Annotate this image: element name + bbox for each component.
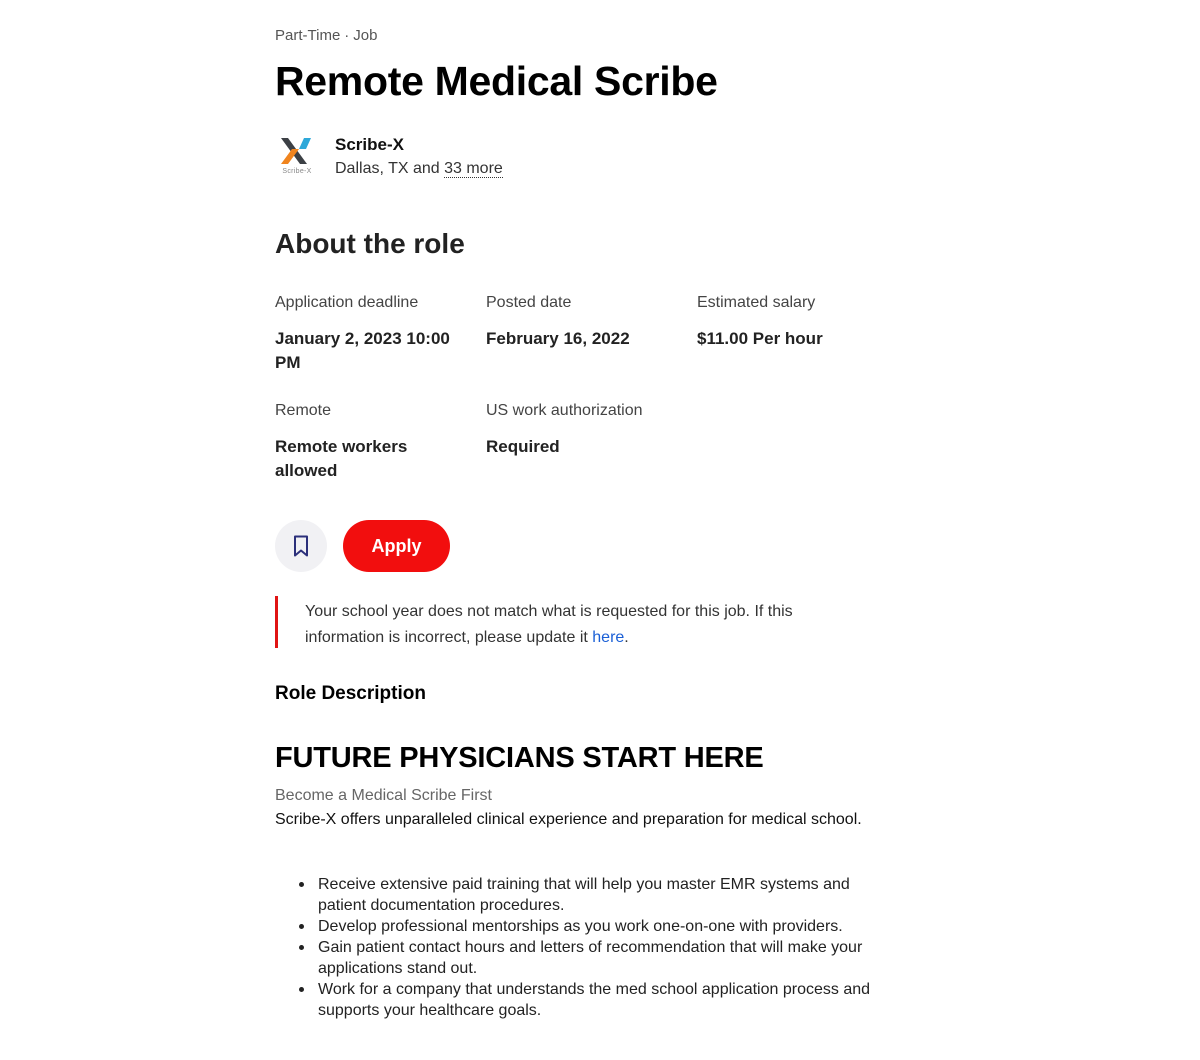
description-intro: Scribe-X offers unparalleled clinical ex… xyxy=(275,811,862,828)
bookmark-button[interactable] xyxy=(275,520,327,572)
list-item: Gain patient contact hours and letters o… xyxy=(299,937,895,979)
employer-name[interactable]: Scribe-X xyxy=(335,135,404,155)
apply-button[interactable]: Apply xyxy=(343,520,450,572)
scribe-x-logo-icon xyxy=(281,138,311,164)
about-role-heading: About the role xyxy=(275,228,465,259)
role-description-heading: Role Description xyxy=(275,683,426,704)
fact-value: Required xyxy=(486,437,560,456)
fact-label: Remote xyxy=(275,402,332,419)
fact-label: Application deadline xyxy=(275,294,419,311)
warning-trailing: . xyxy=(624,629,629,646)
employer-location: Dallas, TX and 33 more xyxy=(335,160,503,178)
fact-estimated-salary: Estimated salary $11.00 Per hour xyxy=(697,293,887,351)
bookmark-icon xyxy=(294,535,308,557)
description-subheading: Become a Medical Scribe First xyxy=(275,787,492,804)
fact-label: Posted date xyxy=(486,294,572,311)
more-locations-link[interactable]: 33 more xyxy=(444,160,503,178)
benefits-list: Receive extensive paid training that wil… xyxy=(275,874,895,1021)
fact-us-work-authorization: US work authorization Required xyxy=(486,401,676,459)
warning-text: Your school year does not match what is … xyxy=(305,599,865,651)
update-profile-link[interactable]: here xyxy=(592,629,624,646)
list-item: Receive extensive paid training that wil… xyxy=(299,874,895,916)
job-title: Remote Medical Scribe xyxy=(275,58,718,104)
list-item: Develop professional mentorships as you … xyxy=(299,916,895,937)
warning-message: Your school year does not match what is … xyxy=(305,603,793,646)
job-type: Part-Time xyxy=(275,27,341,44)
fact-value: January 2, 2023 10:00 PM xyxy=(275,329,450,372)
location-text: Dallas, TX and xyxy=(335,160,440,177)
job-type-eyebrow: Part-Time · Job xyxy=(275,27,377,44)
job-category: Job xyxy=(353,27,378,44)
fact-label: Estimated salary xyxy=(697,294,816,311)
logo-caption: Scribe-X xyxy=(282,168,312,175)
eyebrow-separator: · xyxy=(344,27,350,44)
list-item: Work for a company that understands the … xyxy=(299,979,895,1021)
fact-remote: Remote Remote workers allowed xyxy=(275,401,445,483)
employer-logo[interactable]: Scribe-X xyxy=(275,134,317,178)
fact-value: February 16, 2022 xyxy=(486,329,630,348)
description-heading: FUTURE PHYSICIANS START HERE xyxy=(275,742,764,774)
fact-posted-date: Posted date February 16, 2022 xyxy=(486,293,676,351)
fact-value: $11.00 Per hour xyxy=(697,329,823,348)
fact-label: US work authorization xyxy=(486,402,643,419)
fact-value: Remote workers allowed xyxy=(275,437,408,480)
fact-application-deadline: Application deadline January 2, 2023 10:… xyxy=(275,293,465,375)
employer-block: Scribe-X Scribe-X Dallas, TX and 33 more xyxy=(275,132,675,182)
school-year-warning: Your school year does not match what is … xyxy=(275,596,868,648)
